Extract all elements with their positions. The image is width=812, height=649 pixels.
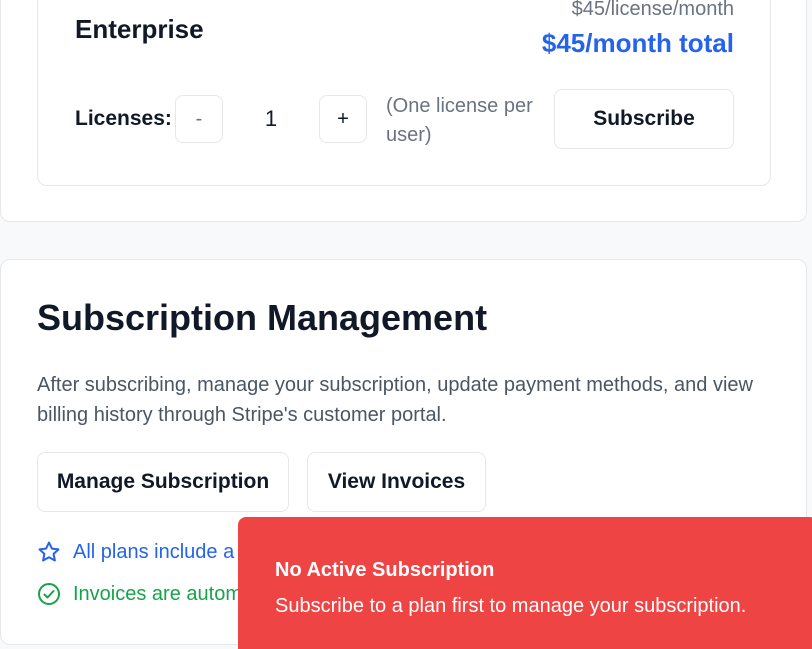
star-icon [37, 540, 61, 564]
plan-unit-price: $45/license/month [571, 0, 734, 20]
toast-description: Subscribe to a plan first to manage your… [275, 595, 747, 617]
error-toast[interactable]: No Active Subscription Subscribe to a pl… [238, 517, 812, 649]
toast-title: No Active Subscription [275, 559, 495, 581]
increase-licenses-button[interactable]: + [319, 95, 367, 143]
plan-name: Enterprise [75, 14, 204, 44]
license-note: (One license per user) [386, 95, 533, 146]
section-title: Subscription Management [37, 297, 488, 338]
feature-text: All plans include a [73, 540, 235, 563]
feature-text: Invoices are autom [73, 582, 242, 605]
check-circle-icon [37, 582, 61, 606]
feature-item: All plans include a [37, 540, 234, 564]
plan-total-price: $45/month total [541, 28, 734, 58]
page: Enterprise $45/license/month $45/month t… [0, 0, 812, 649]
licenses-label: Licenses: [75, 107, 172, 130]
feature-item: Invoices are autom [37, 582, 242, 606]
decrease-licenses-button[interactable]: - [175, 95, 223, 143]
manage-subscription-button[interactable]: Manage Subscription [37, 452, 289, 512]
subscribe-button[interactable]: Subscribe [554, 89, 734, 149]
view-invoices-button[interactable]: View Invoices [307, 452, 486, 512]
section-description: After subscribing, manage your subscript… [37, 374, 753, 426]
license-quantity: 1 [264, 106, 278, 131]
